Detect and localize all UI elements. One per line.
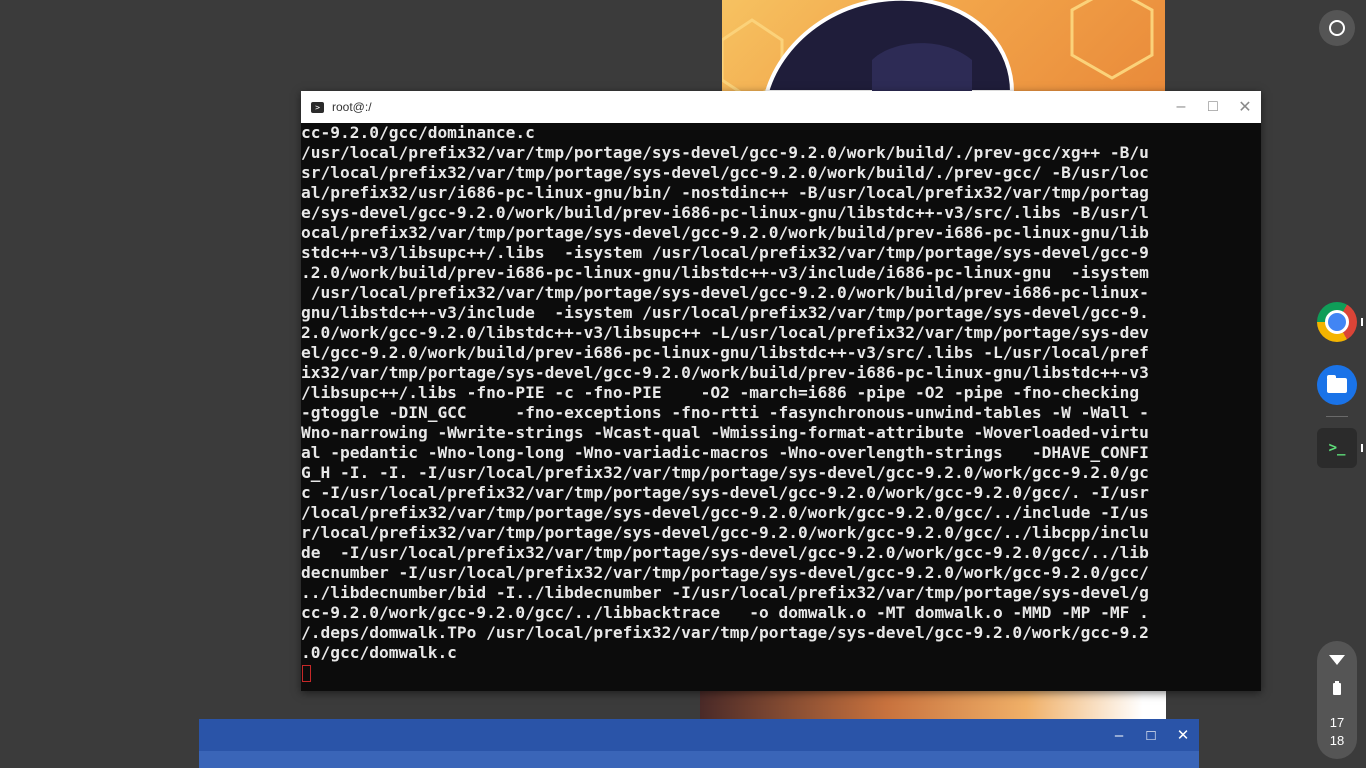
terminal-line: Wno-narrowing -Wwrite-strings -Wcast-qua… [301,423,1149,442]
terminal-line: sr/local/prefix32/var/tmp/portage/sys-de… [301,163,1149,182]
terminal-line: /usr/local/prefix32/var/tmp/portage/sys-… [301,143,1149,162]
terminal-line: 2.0/work/gcc-9.2.0/libstdc++-v3/libsupc+… [301,323,1149,342]
terminal-line: de -I/usr/local/prefix32/var/tmp/portage… [301,543,1149,562]
terminal-line: cc-9.2.0/gcc/dominance.c [301,123,535,142]
terminal-window[interactable]: > root@:/ – □ ✕ cc-9.2.0/gcc/dominance.c… [301,91,1261,691]
clock-hour: 17 [1329,715,1345,730]
window-title: root@:/ [332,100,372,114]
running-indicator [1361,444,1363,452]
prompt-line[interactable] [301,663,1261,683]
close-button[interactable]: ✕ [1229,91,1261,123]
status-tray[interactable]: 17 18 [1317,641,1357,759]
terminal-line: G_H -I. -I. -I/usr/local/prefix32/var/tm… [301,463,1149,482]
terminal-line: /.deps/domwalk.TPo /usr/local/prefix32/v… [301,623,1149,642]
terminal-line: e/sys-devel/gcc-9.2.0/work/build/prev-i6… [301,203,1149,222]
maximize-button[interactable]: □ [1135,719,1167,751]
wifi-icon [1329,655,1345,665]
wallpaper-art [722,0,1154,92]
chrome-icon[interactable] [1317,302,1357,342]
terminal-output[interactable]: cc-9.2.0/gcc/dominance.c/usr/local/prefi… [301,123,1261,691]
terminal-line: /local/prefix32/var/tmp/portage/sys-deve… [301,503,1149,522]
terminal-line: decnumber -I/usr/local/prefix32/var/tmp/… [301,563,1149,582]
background-window-titlebar[interactable]: – □ ✕ [199,719,1199,751]
terminal-glyph: >_ [1328,440,1346,456]
terminal-line: al/prefix32/usr/i686-pc-linux-gnu/bin/ -… [301,183,1149,202]
folder-glyph [1327,374,1347,393]
terminal-line: .2.0/work/build/prev-i686-pc-linux-gnu/l… [301,263,1149,282]
terminal-line: ix32/var/tmp/portage/sys-devel/gcc-9.2.0… [301,363,1149,382]
folder-icon[interactable] [1317,365,1357,405]
terminal-icon: > [311,101,324,113]
close-button[interactable]: ✕ [1167,719,1199,751]
terminal-line: ocal/prefix32/var/tmp/portage/sys-devel/… [301,223,1149,242]
terminal-line: r/local/prefix32/var/tmp/portage/sys-dev… [301,523,1149,542]
background-window[interactable]: – □ ✕ [199,719,1199,768]
clock-minute: 18 [1329,733,1345,748]
chrome-icon-center [1325,310,1349,334]
launcher-icon [1329,20,1345,36]
minimize-button[interactable]: – [1165,91,1197,123]
running-indicator [1361,318,1363,326]
wallpaper-image-bottom [700,690,1166,720]
terminal-app-icon[interactable]: >_ [1317,428,1357,468]
terminal-line: /libsupc++/.libs -fno-PIE -c -fno-PIE -O… [301,383,1149,402]
shelf-divider [1326,416,1348,417]
terminal-line: ../libdecnumber/bid -I../libdecnumber -I… [301,583,1149,602]
terminal-titlebar[interactable]: > root@:/ – □ ✕ [301,91,1261,123]
launcher-button[interactable] [1319,10,1355,46]
maximize-button[interactable]: □ [1197,91,1229,123]
terminal-line: gnu/libstdc++-v3/include -isystem /usr/l… [301,303,1149,322]
terminal-line: -gtoggle -DIN_GCC -fno-exceptions -fno-r… [301,403,1149,422]
minimize-button[interactable]: – [1103,719,1135,751]
terminal-line: c -I/usr/local/prefix32/var/tmp/portage/… [301,483,1149,502]
wallpaper-image [722,0,1165,92]
terminal-line: /usr/local/prefix32/var/tmp/portage/sys-… [301,283,1149,302]
terminal-line: al -pedantic -Wno-long-long -Wno-variadi… [301,443,1149,462]
terminal-line: stdc++-v3/libsupc++/.libs -isystem /usr/… [301,243,1149,262]
terminal-line: cc-9.2.0/work/gcc-9.2.0/gcc/../libbacktr… [301,603,1149,622]
terminal-line: .0/gcc/domwalk.c [301,643,457,662]
terminal-line: el/gcc-9.2.0/work/build/prev-i686-pc-lin… [301,343,1149,362]
terminal-cursor [302,665,311,682]
battery-icon [1333,681,1341,695]
